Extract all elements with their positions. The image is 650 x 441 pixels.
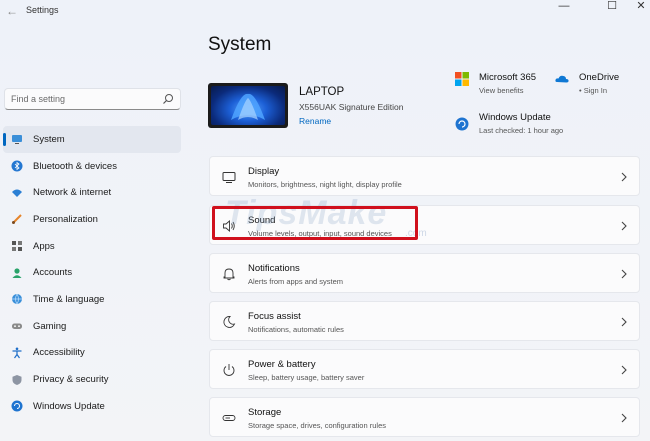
card-title: Notifications [248, 263, 300, 274]
app-title: Settings [26, 5, 59, 15]
settings-card-notifications[interactable]: Notifications Alerts from apps and syste… [209, 253, 640, 293]
brush-icon [12, 214, 22, 225]
card-subtitle: Sleep, battery usage, battery saver [248, 373, 365, 382]
tile-title: Microsoft 365 [479, 72, 537, 83]
update-icon [11, 400, 23, 412]
sidebar-item-accessibility[interactable]: Accessibility [3, 340, 181, 367]
sidebar-item-label: System [33, 133, 65, 145]
settings-card-storage[interactable]: Storage Storage space, drives, configura… [209, 397, 640, 437]
minimize-button[interactable]: — [550, 0, 578, 16]
title-bar: ← Settings — ☐ ✕ [0, 0, 650, 22]
sidebar-item-gaming[interactable]: Gaming [3, 313, 181, 340]
sidebar-item-privacy-security[interactable]: Privacy & security [3, 366, 181, 393]
globe-icon [12, 294, 22, 306]
device-name: LAPTOP [299, 86, 345, 98]
shield-icon [12, 374, 22, 385]
sidebar-item-label: Gaming [33, 320, 67, 332]
wallpaper-preview [211, 86, 285, 125]
maximize-button[interactable]: ☐ [598, 0, 626, 16]
card-title: Power & battery [248, 359, 316, 370]
tile-title: Windows Update [479, 112, 551, 123]
chevron-right-icon [621, 221, 627, 231]
sidebar-item-label: Time & language [33, 293, 105, 305]
sidebar-item-apps[interactable]: Apps [3, 233, 181, 260]
sidebar-item-accounts[interactable]: Accounts [3, 259, 181, 286]
sidebar-item-windows-update[interactable]: Windows Update [3, 393, 181, 420]
sidebar-item-label: Apps [33, 240, 55, 252]
sidebar-item-label: Personalization [33, 213, 98, 225]
wifi-icon [12, 189, 22, 197]
search-icon[interactable] [162, 93, 174, 105]
settings-card-display[interactable]: Display Monitors, brightness, night ligh… [209, 156, 640, 196]
card-subtitle: Monitors, brightness, night light, displ… [248, 180, 402, 189]
chevron-right-icon [621, 317, 627, 327]
apps-icon [12, 241, 22, 252]
sidebar-nav: System Bluetooth & devices Network & int… [3, 126, 181, 420]
sidebar-item-label: Accounts [33, 267, 73, 279]
onedrive-icon [555, 75, 569, 83]
sidebar-item-system[interactable]: System [3, 126, 181, 153]
chevron-right-icon [621, 172, 627, 182]
tile-title: OneDrive [579, 72, 620, 83]
tile-subtitle: View benefits [479, 86, 524, 95]
card-subtitle: Alerts from apps and system [248, 277, 344, 286]
chevron-right-icon [621, 413, 627, 423]
sidebar-item-bluetooth[interactable]: Bluetooth & devices [3, 153, 181, 180]
speaker-icon [223, 220, 235, 232]
system-icon [12, 135, 22, 145]
search-box[interactable] [4, 88, 181, 110]
device-model: X556UAK Signature Edition [299, 102, 404, 112]
display-icon [222, 172, 236, 183]
card-title: Focus assist [248, 311, 301, 322]
sidebar-item-time-language[interactable]: Time & language [3, 286, 181, 313]
card-title: Storage [248, 407, 282, 418]
card-subtitle: Storage space, drives, configuration rul… [248, 421, 386, 430]
chevron-right-icon [621, 269, 627, 279]
sidebar-item-label: Windows Update [33, 400, 105, 412]
card-subtitle: Volume levels, output, input, sound devi… [248, 229, 392, 238]
sidebar-item-label: Bluetooth & devices [33, 160, 117, 172]
gamepad-icon [12, 323, 22, 330]
account-icon [12, 268, 22, 278]
settings-window: ← Settings — ☐ ✕ System Bluetooth & devi… [0, 0, 650, 441]
card-subtitle: Notifications, automatic rules [248, 325, 344, 334]
microsoft365-icon [455, 72, 469, 86]
chevron-right-icon [621, 365, 627, 375]
sidebar-item-label: Network & internet [33, 187, 112, 199]
device-thumbnail [208, 83, 288, 128]
sidebar-item-label: Privacy & security [33, 374, 109, 386]
rename-link[interactable]: Rename [299, 116, 331, 126]
accessibility-icon [12, 347, 22, 359]
selection-indicator [3, 133, 6, 146]
settings-card-sound[interactable]: Sound Volume levels, output, input, soun… [209, 205, 640, 245]
close-button[interactable]: ✕ [627, 0, 650, 16]
back-arrow-icon[interactable]: ← [4, 3, 20, 19]
tile-subtitle: • Sign In [579, 86, 608, 95]
settings-card-power-battery[interactable]: Power & battery Sleep, battery usage, ba… [209, 349, 640, 389]
card-title: Display [248, 166, 280, 177]
page-title: System [208, 34, 272, 55]
bell-icon [223, 268, 235, 281]
bluetooth-icon [11, 160, 23, 172]
sidebar-item-network[interactable]: Network & internet [3, 179, 181, 206]
search-input[interactable] [5, 89, 155, 109]
settings-card-focus-assist[interactable]: Focus assist Notifications, automatic ru… [209, 301, 640, 341]
sidebar-item-personalization[interactable]: Personalization [3, 206, 181, 233]
sidebar-item-label: Accessibility [33, 347, 85, 359]
windows-update-icon [455, 117, 469, 131]
tile-subtitle: Last checked: 1 hour ago [479, 126, 564, 135]
storage-icon [222, 415, 236, 421]
bloom-wallpaper-icon [231, 93, 265, 120]
card-title: Sound [248, 215, 276, 226]
power-icon [223, 364, 235, 376]
moon-icon [223, 316, 236, 328]
